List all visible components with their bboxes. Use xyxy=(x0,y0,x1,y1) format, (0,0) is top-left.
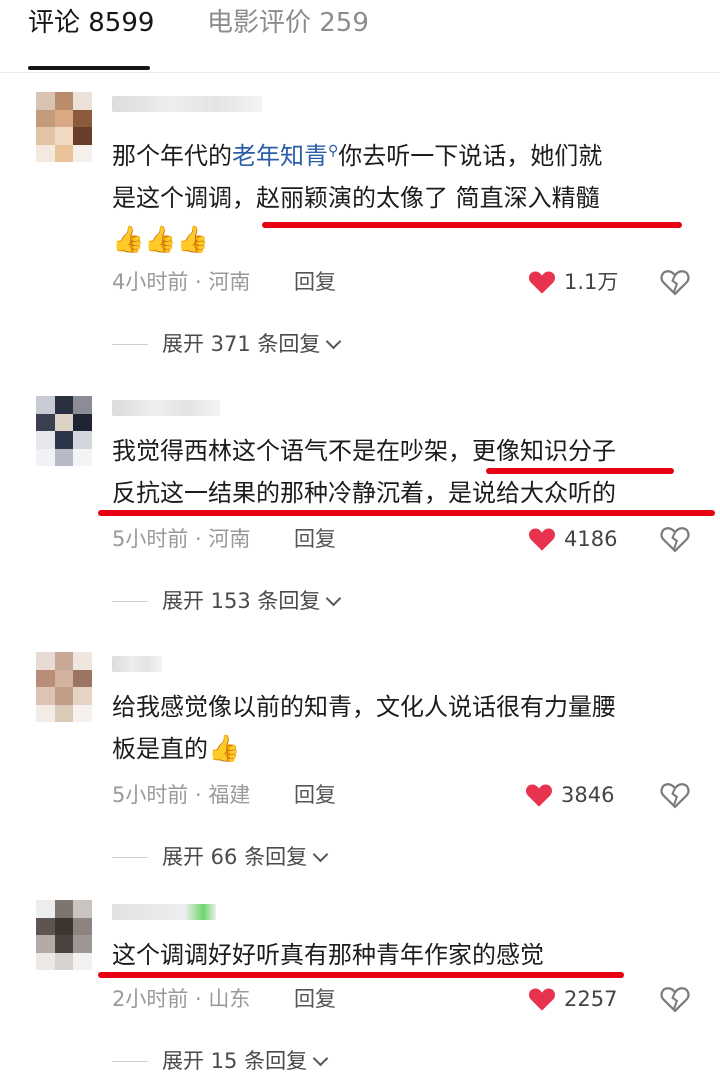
avatar[interactable] xyxy=(36,900,92,970)
username[interactable] xyxy=(112,656,162,672)
highlight-underline xyxy=(98,972,624,978)
divider xyxy=(112,343,148,345)
tab-comments[interactable]: 评论 8599 xyxy=(28,6,154,40)
search-link[interactable]: 老年知青⚲ xyxy=(232,142,338,170)
comment-time-location: 2小时前 · 山东 xyxy=(112,987,251,1011)
like-button[interactable]: 1.1万 xyxy=(528,267,618,297)
expand-replies-label: 展开 66 条回复 xyxy=(162,845,308,869)
like-button[interactable]: 2257 xyxy=(528,984,617,1014)
avatar[interactable] xyxy=(36,396,92,466)
comment-item: 给我感觉像以前的知青，文化人说话很有力量腰 板是直的👍 5小时前 · 福建 回复… xyxy=(0,652,720,892)
like-count: 4186 xyxy=(564,527,618,551)
comment-body: 给我感觉像以前的知青，文化人说话很有力量腰 板是直的👍 xyxy=(112,686,702,770)
highlight-underline xyxy=(486,468,674,474)
expand-replies-button[interactable]: 展开 371 条回复 xyxy=(112,329,342,359)
expand-replies-button[interactable]: 展开 66 条回复 xyxy=(112,842,329,872)
chevron-down-icon xyxy=(312,1050,329,1066)
heart-icon xyxy=(528,528,556,551)
search-icon: ⚲ xyxy=(328,143,339,159)
comment-tabs: 评论 8599 电影评价 259 xyxy=(0,0,720,73)
like-button[interactable]: 3846 xyxy=(525,780,614,810)
username[interactable] xyxy=(112,400,220,416)
like-count: 2257 xyxy=(564,987,618,1011)
heart-icon xyxy=(528,988,556,1011)
chevron-down-icon xyxy=(326,333,342,349)
comment-time-location: 5小时前 · 福建 xyxy=(112,783,251,807)
broken-heart-icon[interactable] xyxy=(660,780,690,810)
chevron-down-icon xyxy=(326,590,342,606)
username[interactable] xyxy=(112,904,216,920)
username[interactable] xyxy=(112,96,262,112)
comment-time-location: 5小时前 · 河南 xyxy=(112,527,251,551)
highlight-underline xyxy=(98,510,715,516)
thumbs-up-icon: 👍 xyxy=(176,225,210,255)
expand-replies-label: 展开 153 条回复 xyxy=(162,589,321,613)
thumbs-up-icon: 👍 xyxy=(208,734,241,764)
divider xyxy=(112,856,148,858)
expand-replies-label: 展开 371 条回复 xyxy=(162,332,321,356)
comment-body: 这个调调好好听真有那种青年作家的感觉 xyxy=(112,934,702,976)
thumbs-up-icon: 👍 xyxy=(144,225,177,255)
highlight-underline xyxy=(262,222,682,228)
active-tab-indicator xyxy=(28,66,150,70)
avatar[interactable] xyxy=(36,652,92,722)
broken-heart-icon[interactable] xyxy=(660,524,690,554)
heart-icon xyxy=(525,784,553,807)
broken-heart-icon[interactable] xyxy=(660,984,690,1014)
thumbs-up-icon: 👍 xyxy=(112,225,145,255)
reply-button[interactable]: 回复 xyxy=(294,524,336,554)
like-count: 3846 xyxy=(561,783,615,807)
tab-movie-reviews[interactable]: 电影评价 259 xyxy=(207,6,369,40)
comment-text: 这个调调好好听真有那种青年作家的感觉 xyxy=(112,941,544,969)
comment-text: 我觉得西林这个语气不是在吵架，更像知识分子 xyxy=(112,437,616,465)
comment-text: 你去听一下说话，她们就 xyxy=(338,142,603,170)
reply-button[interactable]: 回复 xyxy=(294,984,336,1014)
comment-text: 板是直的 xyxy=(112,735,208,763)
like-count: 1.1万 xyxy=(564,270,619,294)
comment-text: 反抗这一结果的那种冷静沉着，是说给大众听的 xyxy=(112,479,616,507)
comment-body: 那个年代的老年知青⚲你去听一下说话，她们就 是这个调调，赵丽颖演的太像了 简直深… xyxy=(112,130,702,261)
reply-button[interactable]: 回复 xyxy=(294,267,336,297)
broken-heart-icon[interactable] xyxy=(660,267,690,297)
comment-item: 这个调调好好听真有那种青年作家的感觉 2小时前 · 山东 回复 2257 展开 … xyxy=(0,900,720,1084)
avatar[interactable] xyxy=(36,92,92,162)
comment-item: 那个年代的老年知青⚲你去听一下说话，她们就 是这个调调，赵丽颖演的太像了 简直深… xyxy=(0,92,720,382)
comment-text: 是这个调调，赵丽颖演的太像了 简直深入精髓 xyxy=(112,184,600,212)
expand-replies-label: 展开 15 条回复 xyxy=(162,1049,308,1073)
heart-icon xyxy=(528,271,556,294)
comment-time-location: 4小时前 · 河南 xyxy=(112,270,251,294)
expand-replies-button[interactable]: 展开 153 条回复 xyxy=(112,586,342,616)
chevron-down-icon xyxy=(312,846,329,862)
comment-text: 给我感觉像以前的知青，文化人说话很有力量腰 xyxy=(112,693,616,721)
comment-text: 那个年代的 xyxy=(112,142,232,170)
reply-button[interactable]: 回复 xyxy=(294,780,336,810)
divider xyxy=(112,1060,148,1062)
divider xyxy=(112,600,148,602)
like-button[interactable]: 4186 xyxy=(528,524,617,554)
comment-item: 我觉得西林这个语气不是在吵架，更像知识分子 反抗这一结果的那种冷静沉着，是说给大… xyxy=(0,396,720,636)
expand-replies-button[interactable]: 展开 15 条回复 xyxy=(112,1046,329,1076)
